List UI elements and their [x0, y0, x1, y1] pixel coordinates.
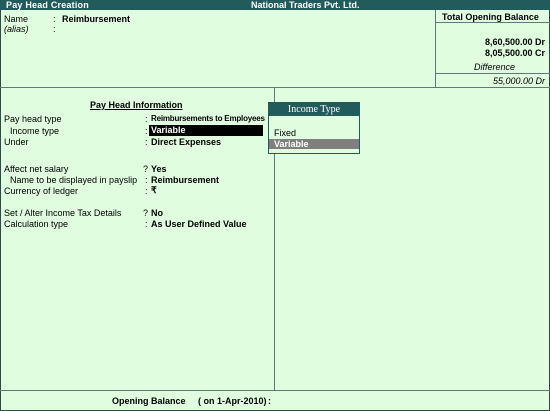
- pay-head-type-colon: :: [145, 114, 148, 124]
- calculation-type-label: Calculation type: [4, 219, 69, 229]
- payslip-name-colon: :: [145, 175, 148, 185]
- income-type-field[interactable]: Variable: [149, 125, 263, 136]
- currency-label: Currency of ledger: [4, 186, 79, 196]
- difference-separator: [436, 73, 550, 74]
- total-opening-balance-title: Total Opening Balance: [442, 12, 539, 22]
- title-bar: Pay Head Creation National Traders Pvt. …: [0, 0, 550, 10]
- income-tax-details-label: Set / Alter Income Tax Details: [4, 208, 122, 218]
- total-credit-value: 8,05,500.00 Cr: [484, 48, 545, 58]
- income-type-colon: :: [145, 126, 148, 136]
- pay-head-information-title: Pay Head Information: [90, 100, 183, 110]
- payslip-name-label: Name to be displayed in payslip: [10, 175, 138, 185]
- affect-net-salary-question: ?: [143, 164, 149, 174]
- pay-head-type-label: Pay head type: [4, 114, 62, 124]
- income-tax-details-question: ?: [143, 208, 149, 218]
- currency-colon: :: [145, 186, 148, 196]
- difference-label: Difference: [474, 62, 516, 72]
- under-label: Under: [4, 137, 29, 147]
- alias-label: (alias): [4, 24, 29, 34]
- under-colon: :: [145, 137, 148, 147]
- opening-balance-label: Opening Balance: [112, 396, 186, 406]
- alias-field[interactable]: [62, 22, 182, 32]
- payslip-name-field[interactable]: Reimbursement: [151, 175, 219, 185]
- income-type-popup-title: Income Type: [269, 103, 359, 116]
- screen-title: Pay Head Creation: [6, 0, 89, 10]
- name-label: Name: [4, 14, 29, 24]
- opening-balance-date: ( on 1-Apr-2010): [198, 396, 267, 406]
- income-tax-details-field[interactable]: No: [151, 208, 163, 218]
- footer-divider: [0, 390, 550, 391]
- main-frame: [0, 0, 550, 411]
- income-type-label: Income type: [10, 126, 60, 136]
- income-type-option-fixed[interactable]: Fixed: [269, 128, 359, 138]
- balance-title-underline: [436, 22, 550, 23]
- currency-field[interactable]: ₹: [151, 185, 157, 196]
- opening-balance-field[interactable]: [280, 394, 430, 405]
- affect-net-salary-label: Affect net salary: [4, 164, 69, 174]
- affect-net-salary-field[interactable]: Yes: [151, 164, 167, 174]
- name-colon: :: [53, 14, 56, 24]
- total-debit-value: 8,60,500.00 Dr: [484, 37, 545, 47]
- company-name: National Traders Pvt. Ltd.: [251, 0, 360, 10]
- calculation-type-colon: :: [145, 219, 148, 229]
- pay-head-type-field[interactable]: Reimbursements to Employees: [151, 114, 265, 123]
- income-type-popup: Income Type Fixed Variable: [268, 102, 360, 154]
- header-divider: [0, 87, 550, 88]
- alias-colon: :: [53, 24, 56, 34]
- under-field[interactable]: Direct Expenses: [151, 137, 221, 147]
- opening-balance-colon: :: [268, 396, 271, 406]
- difference-value: 55,000.00 Dr: [492, 76, 545, 86]
- calculation-type-field[interactable]: As User Defined Value: [151, 219, 247, 229]
- income-type-option-variable[interactable]: Variable: [269, 139, 359, 149]
